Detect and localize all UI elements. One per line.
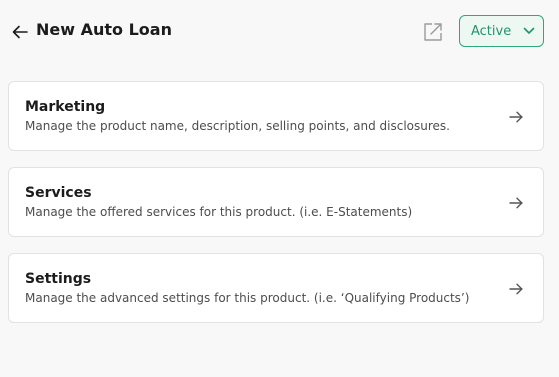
arrow-right-icon — [508, 195, 524, 211]
card-title: Services — [25, 185, 92, 201]
status-label: Active — [471, 23, 512, 39]
page-title: New Auto Loan — [36, 20, 172, 39]
external-link-icon — [424, 23, 442, 41]
arrow-right-icon — [508, 109, 524, 125]
card-services[interactable]: Services Manage the offered services for… — [8, 167, 544, 237]
card-settings[interactable]: Settings Manage the advanced settings fo… — [8, 253, 544, 323]
card-description: Manage the product name, description, se… — [25, 119, 450, 133]
card-description: Manage the offered services for this pro… — [25, 205, 413, 219]
arrow-left-icon — [12, 25, 28, 39]
card-title: Marketing — [25, 99, 106, 115]
card-marketing[interactable]: Marketing Manage the product name, descr… — [8, 81, 544, 151]
card-description: Manage the advanced settings for this pr… — [25, 291, 470, 305]
arrow-right-icon — [508, 281, 524, 297]
back-button[interactable] — [11, 23, 29, 41]
page-header: New Auto Loan Active — [0, 0, 559, 62]
chevron-down-icon — [523, 27, 535, 34]
open-external-button[interactable] — [422, 21, 444, 43]
card-title: Settings — [25, 271, 92, 287]
status-dropdown[interactable]: Active — [459, 15, 544, 47]
